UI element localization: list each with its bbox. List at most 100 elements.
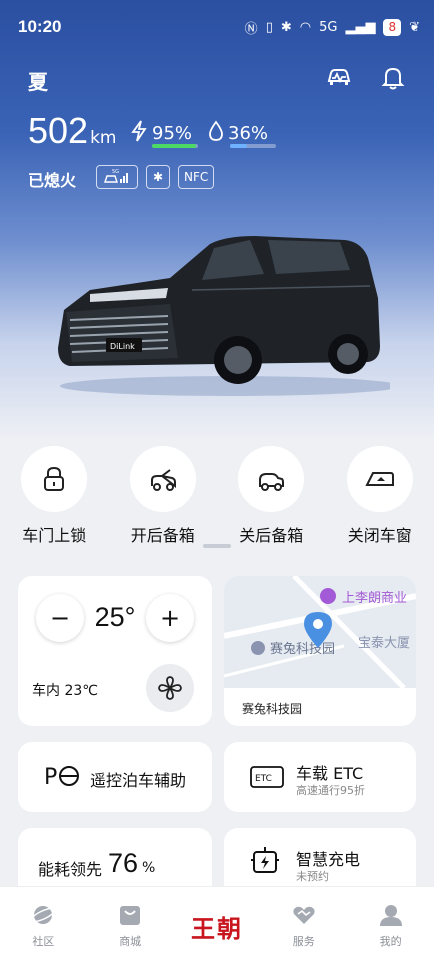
status-time: 10:20 bbox=[18, 17, 62, 36]
poi-building-icon bbox=[251, 641, 265, 655]
close-windows-button[interactable] bbox=[346, 446, 413, 512]
fan-icon bbox=[158, 676, 182, 700]
car-badge: DiLink bbox=[110, 342, 135, 351]
energy-value: 76 bbox=[108, 848, 139, 878]
season-label: 夏 bbox=[28, 70, 48, 94]
temp-increase-button[interactable]: + bbox=[146, 594, 194, 642]
bluetooth-icon: ✱ bbox=[152, 170, 164, 184]
bluetooth-chip: ✱ bbox=[146, 165, 170, 189]
planet-icon bbox=[30, 906, 57, 924]
range-value: 502 bbox=[28, 110, 89, 151]
inside-temperature: 车内 23℃ bbox=[32, 683, 98, 699]
nav-shop[interactable]: 商城 bbox=[87, 887, 174, 960]
open-trunk-button[interactable] bbox=[129, 446, 196, 512]
bottom-navigation: 社区 商城 王朝 服务 我的 bbox=[0, 886, 434, 960]
signal-icon: ▂▄▆ bbox=[345, 19, 376, 35]
range-unit: km bbox=[90, 128, 117, 148]
battery-icon: 8 bbox=[383, 18, 402, 36]
bluetooth-status-icon: ✱ bbox=[280, 19, 292, 35]
fuel-meter: 36% bbox=[208, 120, 276, 148]
nav-label: 服务 bbox=[292, 935, 315, 948]
lock-button[interactable] bbox=[21, 446, 88, 512]
shop-icon bbox=[120, 906, 141, 925]
nav-label: 商城 bbox=[119, 935, 142, 948]
battery-bar bbox=[152, 144, 198, 148]
nav-profile[interactable]: 我的 bbox=[347, 887, 434, 960]
profile-icon bbox=[379, 905, 402, 926]
lock-icon bbox=[44, 466, 65, 491]
status-bar: 10:20 Ⓝ ▯ ✱ ◠ 5G ▂▄▆ 8 ❦ bbox=[18, 14, 420, 40]
battery-percent: 95% bbox=[152, 123, 193, 144]
leaf-icon: ❦ bbox=[409, 19, 420, 35]
parking-title: 遥控泊车辅助 bbox=[90, 771, 187, 790]
climate-card[interactable]: − 25° + 车内 23℃ bbox=[18, 576, 212, 726]
etc-title: 车载 ETC bbox=[296, 764, 364, 783]
car-network-chip: 5G bbox=[96, 165, 138, 189]
charging-robot-icon bbox=[251, 847, 279, 873]
action-lock-doors[interactable]: 车门上锁 bbox=[0, 446, 109, 546]
nfc-chip: NFC bbox=[178, 165, 215, 189]
window-close-icon bbox=[365, 472, 394, 486]
poi-shop-icon bbox=[320, 588, 336, 604]
action-label: 车门上锁 bbox=[22, 526, 87, 545]
nfc-status-icon: Ⓝ bbox=[244, 21, 258, 37]
map-card[interactable]: 上李朗商业 赛兔科技园 宝泰大厦 赛兔科技园 bbox=[224, 576, 416, 726]
quick-actions: 车门上锁 开后备箱 关后备箱 关闭车窗 bbox=[0, 446, 434, 546]
nav-label: 社区 bbox=[32, 935, 55, 948]
battery-meter: 95% bbox=[130, 120, 198, 148]
energy-title: 能耗领先 bbox=[38, 860, 103, 879]
nav-label: 我的 bbox=[379, 935, 402, 948]
nav-community[interactable]: 社区 bbox=[0, 887, 87, 960]
action-label: 关闭车窗 bbox=[347, 526, 412, 545]
etc-card[interactable]: ETC 车载 ETC 高速通行95折 bbox=[224, 742, 416, 812]
bell-icon[interactable] bbox=[380, 64, 406, 90]
poi-top-label: 上李朗商业 bbox=[342, 591, 407, 606]
action-close-windows[interactable]: 关闭车窗 bbox=[326, 446, 434, 546]
nav-service[interactable]: 服务 bbox=[260, 887, 347, 960]
fuel-bar bbox=[230, 144, 276, 148]
network-label: 5G bbox=[319, 19, 338, 35]
fan-button[interactable] bbox=[146, 664, 194, 712]
svg-text:P: P bbox=[44, 765, 57, 788]
service-icon bbox=[293, 906, 315, 924]
energy-unit: % bbox=[142, 860, 156, 876]
etc-subtitle: 高速通行95折 bbox=[296, 784, 365, 797]
charging-subtitle: 未预约 bbox=[296, 870, 329, 883]
trunk-close-icon bbox=[259, 473, 285, 491]
connection-chips: 5G ✱ NFC bbox=[96, 165, 215, 189]
temp-decrease-button[interactable]: − bbox=[36, 594, 84, 642]
nav-dynasty[interactable]: 王朝 bbox=[174, 887, 261, 960]
action-open-trunk[interactable]: 开后备箱 bbox=[109, 446, 218, 546]
parking-card[interactable]: P 遥控泊车辅助 bbox=[18, 742, 212, 812]
temperature-value: 25° bbox=[94, 602, 136, 632]
poi-right-label: 宝泰大厦 bbox=[358, 636, 410, 651]
engine-state: 已熄火 bbox=[28, 171, 77, 190]
range-display: 502 km bbox=[28, 110, 116, 152]
action-label: 关后备箱 bbox=[239, 526, 304, 545]
status-icons: Ⓝ ▯ ✱ ◠ 5G ▂▄▆ 8 ❦ bbox=[245, 18, 420, 37]
wifi-icon: ◠ bbox=[299, 19, 312, 35]
battery-bar-fill bbox=[152, 144, 196, 148]
page-indicator bbox=[203, 544, 231, 548]
vibrate-icon: ▯ bbox=[265, 19, 273, 35]
brand-logo: 王朝 bbox=[190, 914, 243, 943]
action-close-trunk[interactable]: 关后备箱 bbox=[217, 446, 326, 546]
chip-network-text: 5G bbox=[112, 169, 119, 175]
top-icons bbox=[326, 64, 406, 90]
car-image[interactable]: DiLink bbox=[50, 228, 400, 398]
map-view[interactable]: 上李朗商业 赛兔科技园 宝泰大厦 bbox=[224, 576, 416, 690]
poi-mid-label: 赛兔科技园 bbox=[270, 641, 335, 657]
close-trunk-button[interactable] bbox=[238, 446, 305, 512]
svg-text:ETC: ETC bbox=[255, 774, 272, 784]
parking-steering-icon: P bbox=[44, 765, 79, 788]
etc-icon: ETC bbox=[250, 766, 284, 788]
fuel-bar-fill bbox=[230, 144, 247, 148]
action-label: 开后备箱 bbox=[130, 526, 195, 545]
charging-title: 智慧充电 bbox=[296, 850, 361, 869]
car-diagnostics-icon[interactable] bbox=[326, 64, 352, 90]
fuel-percent: 36% bbox=[228, 123, 269, 144]
lightning-icon bbox=[130, 120, 148, 147]
trunk-open-icon bbox=[150, 469, 176, 491]
current-location: 赛兔科技园 bbox=[242, 702, 303, 716]
drop-icon bbox=[208, 120, 224, 147]
